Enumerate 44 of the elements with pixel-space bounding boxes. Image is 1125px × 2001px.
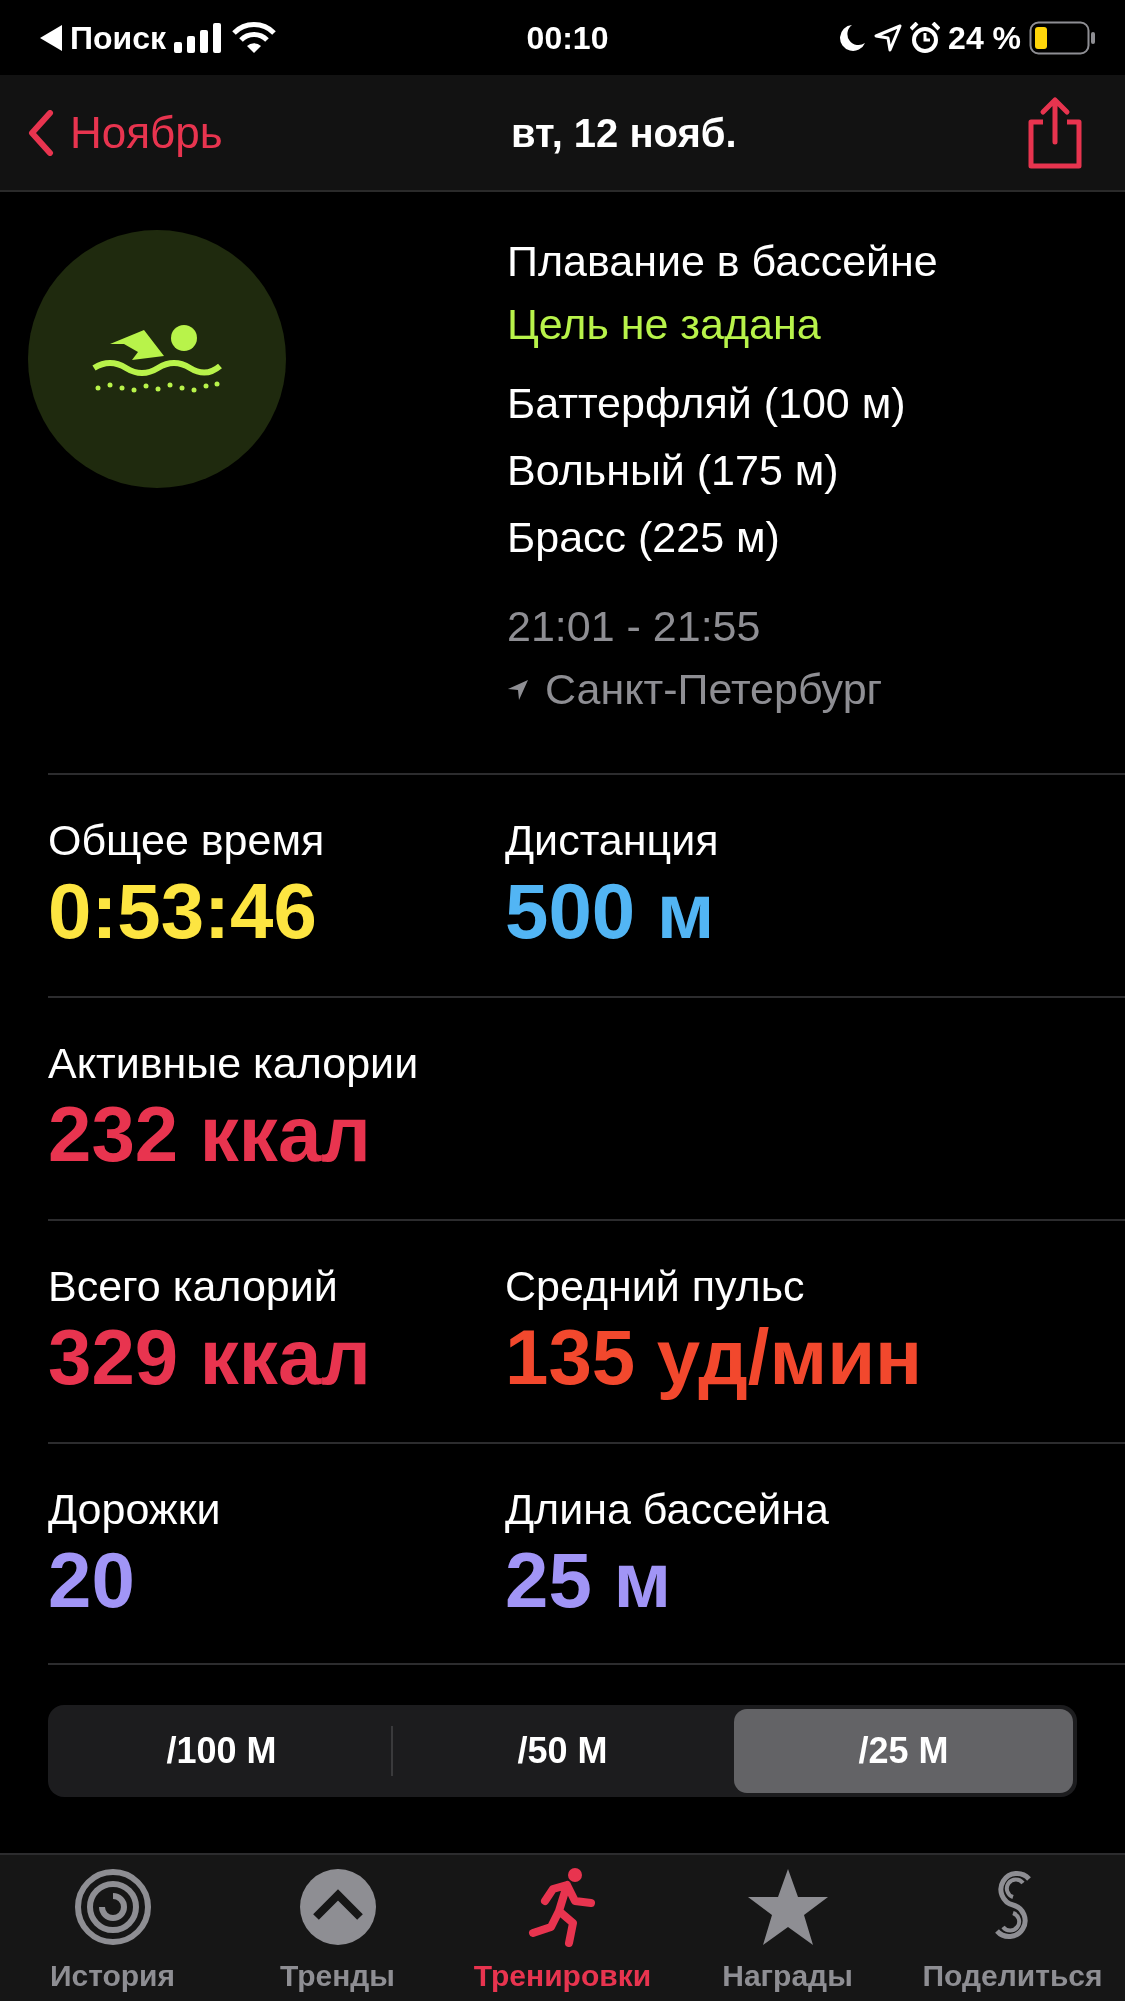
metric-value: 500 м (505, 866, 716, 957)
metric-label: Всего калорий (48, 1261, 339, 1311)
segment-tab[interactable]: /25 М (734, 1709, 1073, 1793)
tab-bar-item[interactable]: Поделиться (900, 1855, 1125, 2001)
back-arrow-icon (40, 24, 62, 51)
goal-status: Цель не задана (507, 299, 822, 350)
battery-percent: 24 % (948, 18, 1021, 58)
metric-label: Дистанция (505, 815, 720, 865)
tab-bar-item[interactable]: История (0, 1855, 225, 2001)
metric-value: 232 ккал (48, 1089, 372, 1180)
battery-icon (1029, 20, 1095, 55)
stroke-distance: Вольный (175 м) (507, 445, 840, 496)
segment-tab[interactable]: /50 М (393, 1709, 732, 1793)
moon-icon (838, 22, 867, 53)
chevron-up-icon (297, 1867, 378, 1947)
metric-value: 25 м (505, 1535, 673, 1626)
tab-bar-item[interactable]: Награды (675, 1855, 900, 2001)
stroke-distance: Баттерфляй (100 м) (507, 378, 907, 429)
tab-bar-item[interactable]: Тренды (225, 1855, 450, 2001)
location-arrow-icon (874, 23, 903, 52)
metric-label: Длина бассейна (505, 1484, 830, 1534)
location: Санкт-Петербург (545, 664, 883, 715)
alarm-clock-icon (910, 21, 941, 54)
metric-label: Общее время (48, 815, 326, 865)
metric-label: Активные калории (48, 1038, 420, 1088)
back-link[interactable]: Ноябрь (28, 99, 223, 166)
stroke-distance: Брасс (225 м) (507, 512, 781, 563)
wifi-icon (232, 21, 277, 54)
rings-icon (72, 1867, 153, 1947)
location-arrow-icon (507, 678, 529, 701)
metric-label: Дорожки (48, 1484, 222, 1534)
metric-label: Средний пульс (505, 1261, 806, 1311)
workout-name: Плавание в бассейне (507, 236, 938, 287)
back-app-label[interactable]: Поиск (70, 13, 167, 62)
segment-tab[interactable]: /100 М (52, 1709, 391, 1793)
time-range: 21:01 - 21:55 (507, 601, 762, 652)
metric-value: 135 уд/мин (505, 1312, 924, 1403)
chevron-left-icon (28, 109, 54, 156)
tab-bar-item[interactable]: Тренировки (450, 1855, 675, 2001)
metric-value: 20 (48, 1535, 136, 1626)
metric-value: 0:53:46 (48, 866, 318, 957)
clock-time: 00:10 (526, 19, 609, 56)
page-title: вт, 12 нояб. (511, 109, 737, 157)
metric-value: 329 ккал (48, 1312, 372, 1403)
